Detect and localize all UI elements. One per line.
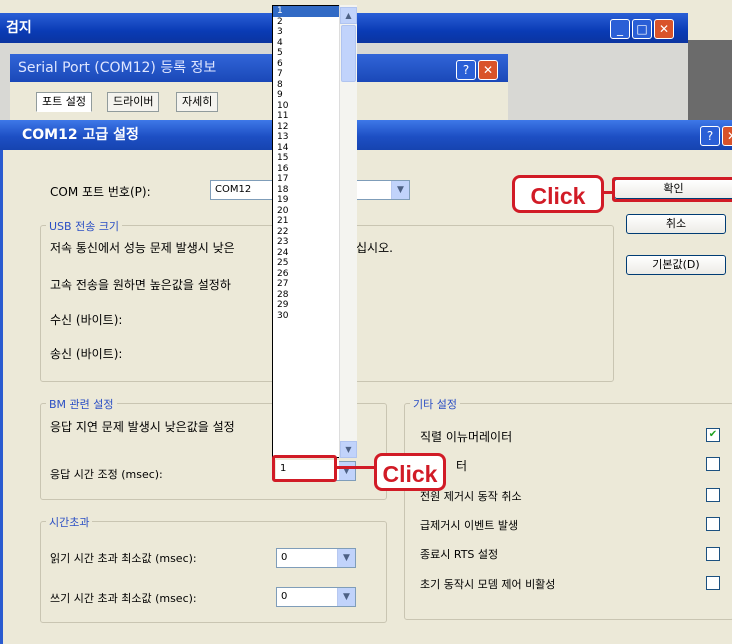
minimize-icon[interactable]: _ — [610, 19, 630, 39]
usb-group-title: USB 전송 크기 — [46, 218, 123, 234]
bm-group-title: BM 관련 설정 — [46, 396, 117, 412]
write-timeout-select[interactable]: 0 ▼ — [276, 587, 356, 607]
latency-timer-label: 응답 시간 조정 (msec): — [50, 468, 163, 481]
transmit-bytes-label: 송신 (바이트): — [50, 347, 123, 361]
cancel-button[interactable]: 취소 — [626, 214, 726, 234]
background-window-title: 검지 — [6, 20, 32, 36]
ok-highlight-box — [612, 177, 732, 202]
close-icon[interactable]: ✕ — [654, 19, 674, 39]
event-on-surprise-removal-label: 급제거시 이벤트 발생 — [420, 519, 519, 532]
dialog-titlebar: COM12 고급 설정 — [0, 120, 732, 150]
chevron-down-icon[interactable]: ▼ — [391, 181, 409, 199]
disable-modem-ctrl-label: 초기 동작시 모뎀 제어 비활성 — [420, 578, 556, 591]
ok-click-callout: Click — [512, 175, 604, 213]
tab-details[interactable]: 자세히 — [176, 92, 219, 112]
read-timeout-select[interactable]: 0 ▼ — [276, 548, 356, 568]
latency-highlight-box — [272, 455, 337, 482]
serial-enumerator-checkbox[interactable]: ✔ — [706, 428, 720, 442]
read-timeout-label: 읽기 시간 초과 최소값 (msec): — [50, 552, 197, 565]
scroll-thumb[interactable] — [341, 25, 356, 82]
chevron-down-icon[interactable]: ▼ — [337, 588, 355, 606]
receive-bytes-label: 수신 (바이트): — [50, 313, 123, 327]
callout-connector — [603, 191, 615, 194]
chevron-down-icon[interactable]: ▼ — [337, 549, 355, 567]
option-2-label: 터 — [456, 459, 468, 473]
defaults-button[interactable]: 기본값(D) — [626, 255, 726, 275]
tab-port-settings[interactable]: 포트 설정 — [36, 92, 92, 112]
usb-hint-low: 저속 통신에서 성능 문제 발생시 낮은 — [50, 241, 235, 255]
scroll-down-icon[interactable]: ▼ — [340, 441, 357, 458]
serial-enumerator-label: 직렬 이뉴머레이터 — [420, 430, 513, 444]
set-rts-on-close-checkbox[interactable] — [706, 547, 720, 561]
usb-hint-low-end: 십시오. — [356, 241, 393, 255]
timeouts-group — [40, 521, 387, 623]
disable-modem-ctrl-checkbox[interactable] — [706, 576, 720, 590]
com-port-label: COM 포트 번호(P): — [50, 185, 151, 199]
timeouts-group-title: 시간초과 — [46, 514, 93, 530]
serial-window-title: Serial Port (COM12) 등록 정보 — [18, 60, 217, 76]
dialog-title: COM12 고급 설정 — [22, 127, 139, 143]
close-icon[interactable]: ✕ — [722, 126, 732, 146]
usb-hint-high: 고속 전송을 원하면 높은값을 설정하 — [50, 278, 231, 292]
callout-connector — [337, 466, 377, 469]
desktop-area — [688, 40, 732, 130]
set-rts-on-close-label: 종료시 RTS 설정 — [420, 548, 499, 561]
event-on-surprise-removal-checkbox[interactable] — [706, 517, 720, 531]
misc-group-title: 기타 설정 — [410, 396, 460, 412]
write-timeout-label: 쓰기 시간 초과 최소값 (msec): — [50, 592, 197, 605]
serial-window-titlebar: Serial Port (COM12) 등록 정보 — [10, 54, 508, 82]
bm-hint: 응답 지연 문제 발생시 낮은값을 설정 — [50, 420, 235, 434]
chevron-down-icon[interactable]: ▼ — [337, 462, 355, 480]
option-2-checkbox[interactable] — [706, 457, 720, 471]
scroll-up-icon[interactable]: ▲ — [340, 7, 357, 24]
maximize-icon[interactable]: □ — [632, 19, 652, 39]
help-icon[interactable]: ? — [456, 60, 476, 80]
close-icon[interactable]: ✕ — [478, 60, 498, 80]
cancel-on-power-off-checkbox[interactable] — [706, 488, 720, 502]
help-icon[interactable]: ? — [700, 126, 720, 146]
com-port-value: COM12 — [215, 184, 252, 195]
read-timeout-value: 0 — [281, 552, 288, 563]
latency-click-callout: Click — [374, 453, 446, 491]
scrollbar[interactable]: ▲ ▼ — [339, 5, 357, 458]
tab-driver[interactable]: 드라이버 — [107, 92, 160, 112]
write-timeout-value: 0 — [281, 591, 288, 602]
